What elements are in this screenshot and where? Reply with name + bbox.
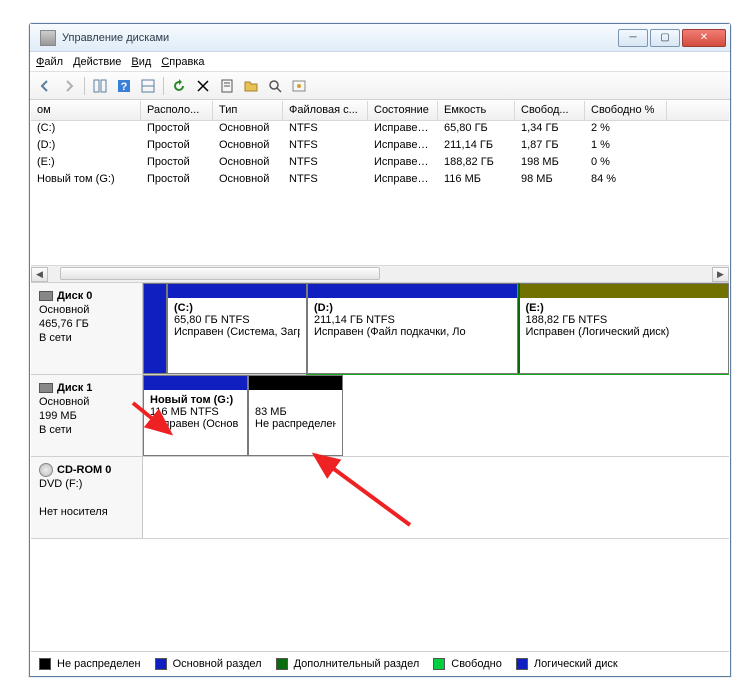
col-status[interactable]: Состояние [368,101,438,120]
scroll-thumb[interactable] [60,267,380,280]
show-hide-tree-button[interactable] [89,75,111,97]
maximize-button[interactable]: ▢ [650,29,680,47]
scroll-right-button[interactable]: ▶ [712,267,729,282]
column-headers: ом Располо... Тип Файловая с... Состояни… [31,101,729,121]
forward-button[interactable] [58,75,80,97]
explore-button[interactable] [264,75,286,97]
open-button[interactable] [240,75,262,97]
menubar: Файл Действие Вид Справка [30,52,730,72]
table-row[interactable]: Новый том (G:)ПростойОсновнойNTFSИсправе… [31,172,729,189]
cdrom-icon [39,463,53,477]
menu-file[interactable]: Файл [36,56,63,68]
menu-view[interactable]: Вид [131,56,151,68]
back-button[interactable] [34,75,56,97]
app-icon [40,30,56,46]
partition-g[interactable]: Новый том (G:)116 МБ NTFSИсправен (Основ [143,375,248,456]
menu-help[interactable]: Справка [161,56,204,68]
legend-extended-swatch [276,658,288,670]
properties-button[interactable] [216,75,238,97]
col-layout[interactable]: Располо... [141,101,213,120]
refresh-button[interactable] [168,75,190,97]
legend-unallocated-swatch [39,658,51,670]
legend-primary-swatch [155,658,167,670]
delete-button[interactable] [192,75,214,97]
toolbar: ? [30,72,730,100]
volume-list: ом Располо... Тип Файловая с... Состояни… [31,101,729,283]
partition-d[interactable]: (D:)211,14 ГБ NTFSИсправен (Файл подкачк… [307,283,518,374]
col-fs[interactable]: Файловая с... [283,101,368,120]
titlebar[interactable]: Управление дисками ─ ▢ ✕ [30,24,730,52]
close-button[interactable]: ✕ [682,29,726,47]
disk-icon [39,291,53,301]
help-button[interactable]: ? [113,75,135,97]
table-row[interactable]: (C:)ПростойОсновнойNTFSИсправен...65,80 … [31,121,729,138]
disk-management-window: Управление дисками ─ ▢ ✕ Файл Действие В… [29,23,731,677]
cdrom-header[interactable]: CD-ROM 0 DVD (F:) Нет носителя [31,457,143,538]
disk-icon [39,383,53,393]
disk0-header[interactable]: Диск 0 Основной 465,76 ГБ В сети [31,283,143,374]
partition-e[interactable]: (E:)188,82 ГБ NTFSИсправен (Логический д… [518,283,730,374]
col-free[interactable]: Свобод... [515,101,585,120]
disk-graphical-view: Диск 0 Основной 465,76 ГБ В сети (C:)65,… [31,283,729,651]
table-row[interactable]: (D:)ПростойОсновнойNTFSИсправен...211,14… [31,138,729,155]
window-title: Управление дисками [62,32,616,44]
legend-free-swatch [433,658,445,670]
menu-action[interactable]: Действие [73,56,121,68]
panel-button[interactable] [137,75,159,97]
disk1-header[interactable]: Диск 1 Основной 199 МБ В сети [31,375,143,456]
horizontal-scrollbar[interactable]: ◀ ▶ [31,265,729,282]
svg-text:?: ? [121,81,128,93]
legend: Не распределен Основной раздел Дополните… [31,651,729,675]
settings-button[interactable] [288,75,310,97]
table-row[interactable]: (E:)ПростойОсновнойNTFSИсправен...188,82… [31,155,729,172]
col-pct[interactable]: Свободно % [585,101,667,120]
col-type[interactable]: Тип [213,101,283,120]
col-volume[interactable]: ом [31,101,141,120]
minimize-button[interactable]: ─ [618,29,648,47]
legend-logical-swatch [516,658,528,670]
partition-unallocated[interactable]: 83 МБНе распределен [248,375,343,456]
scroll-left-button[interactable]: ◀ [31,267,48,282]
col-capacity[interactable]: Емкость [438,101,515,120]
